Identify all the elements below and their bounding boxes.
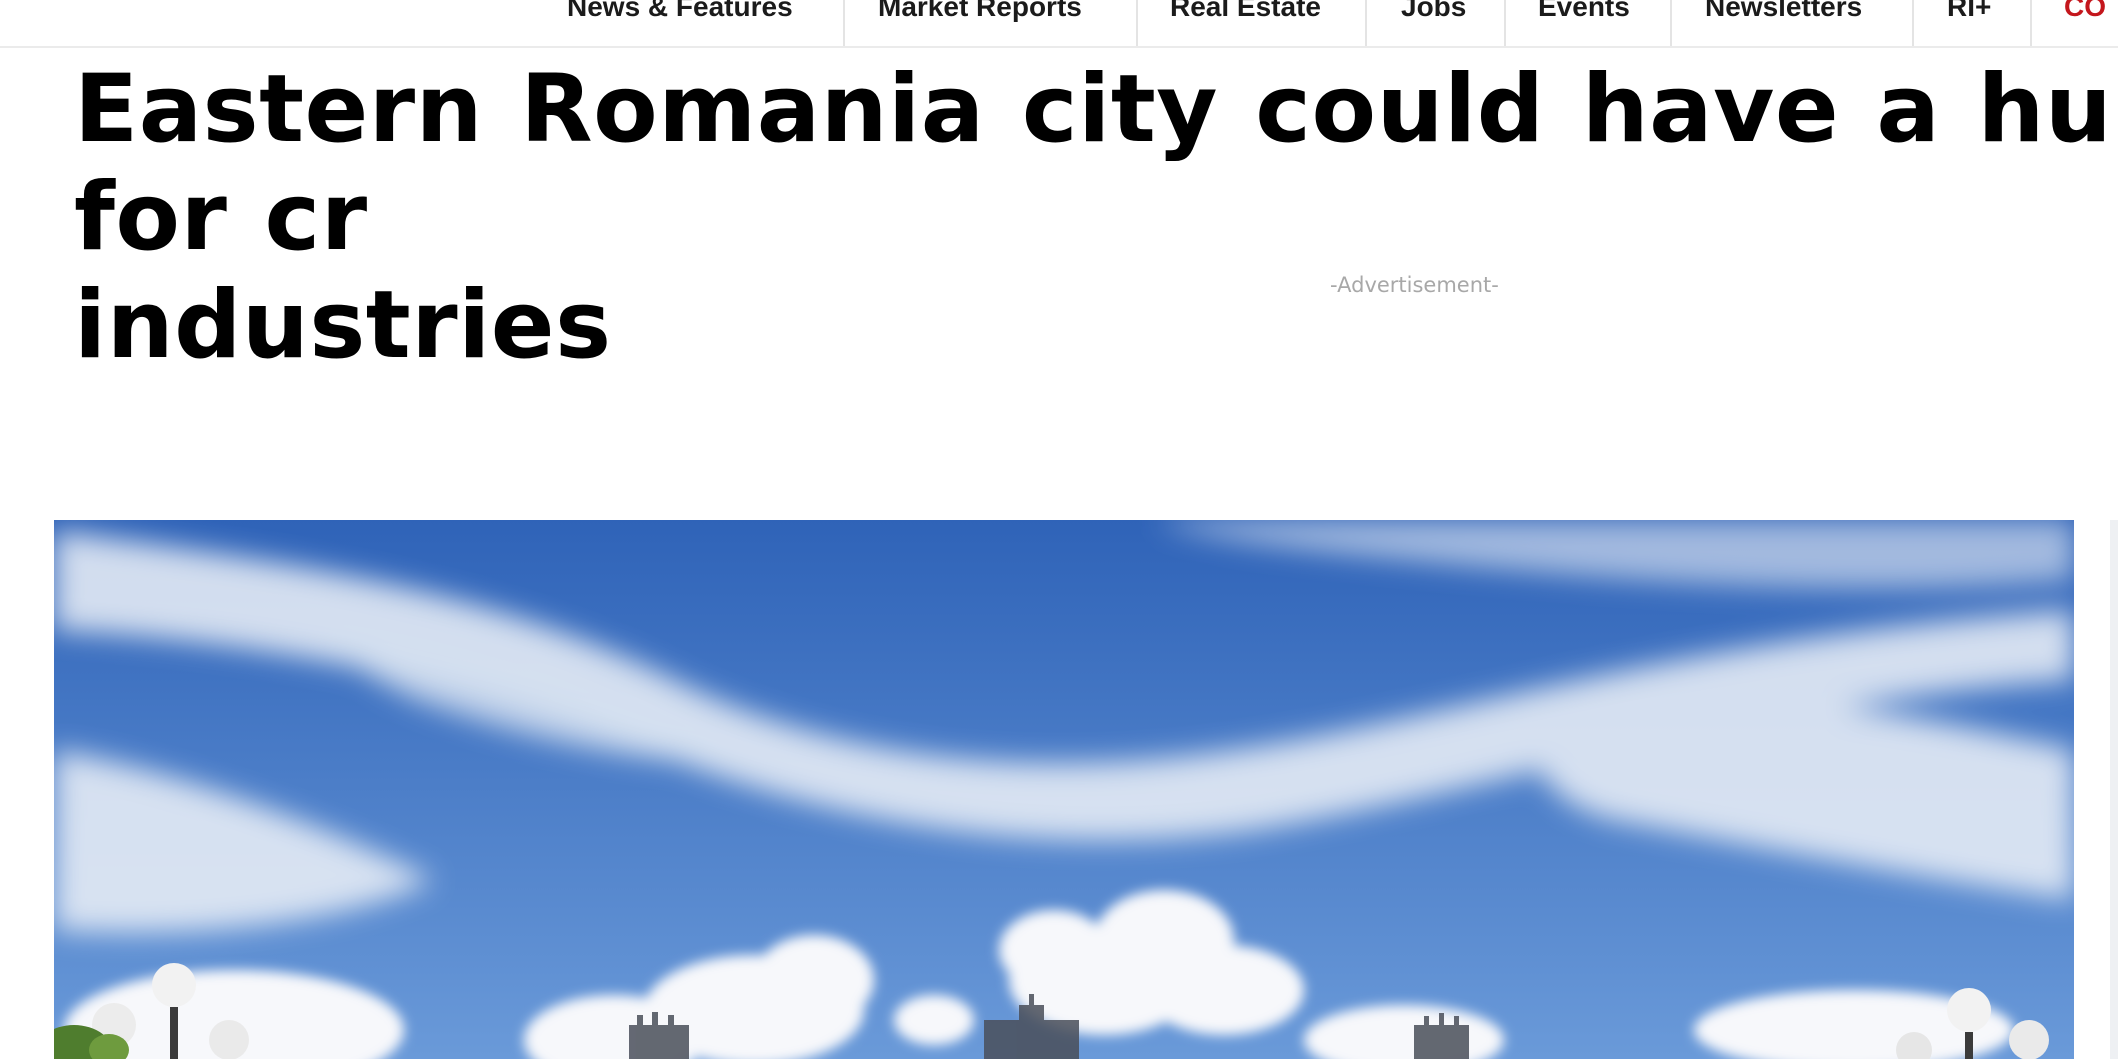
headline-line-1: Eastern Romania city could have a hub fo… (74, 55, 2118, 272)
nav-divider (1670, 0, 1672, 46)
hero-image (54, 520, 2074, 1059)
nav-divider (1912, 0, 1914, 46)
article-page: News & Features Market Reports Real Esta… (0, 0, 2118, 1059)
hero-photo-icon (54, 520, 2074, 1059)
advertisement-label: -Advertisement- (1330, 273, 1499, 297)
nav-divider (1365, 0, 1367, 46)
nav-divider (1504, 0, 1506, 46)
headline-line-2: industries (74, 271, 612, 380)
nav-divider (843, 0, 845, 46)
adjacent-panel-edge (2110, 520, 2118, 1059)
nav-divider (2030, 0, 2032, 46)
advertisement-slot[interactable] (684, 300, 2118, 470)
nav-divider (1136, 0, 1138, 46)
top-navigation: News & Features Market Reports Real Esta… (0, 0, 2118, 48)
